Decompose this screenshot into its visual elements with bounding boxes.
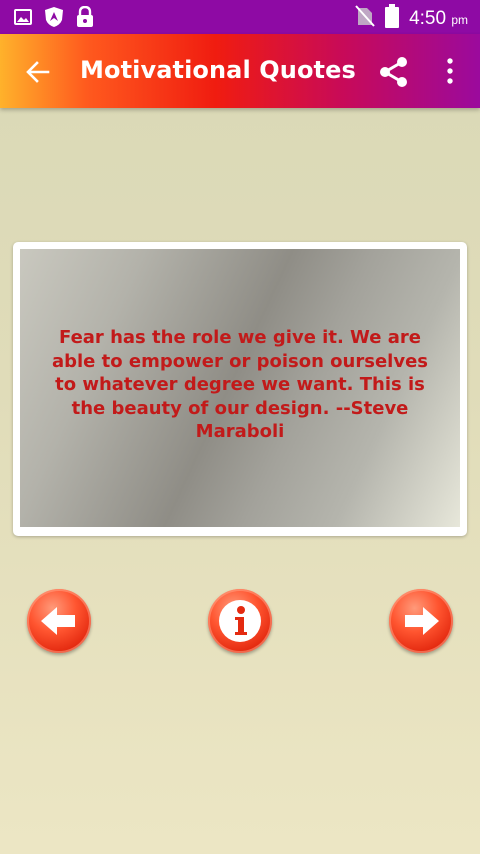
gallery-icon — [14, 8, 32, 31]
quote-text: Fear has the role we give it. We are abl… — [51, 327, 428, 443]
status-bar: 4:50 pm — [0, 0, 480, 34]
previous-quote-button[interactable] — [27, 589, 91, 653]
back-button[interactable] — [20, 54, 56, 90]
shield-icon — [44, 6, 64, 33]
status-time: 4:50 pm — [409, 8, 468, 30]
status-right-icons: 4:50 pm — [355, 4, 468, 33]
next-quote-button[interactable] — [389, 589, 453, 653]
status-left-icons — [14, 5, 94, 33]
more-options-button[interactable] — [438, 54, 462, 90]
time-value: 4:50 — [409, 7, 447, 29]
more-vert-icon — [438, 58, 462, 94]
share-icon — [376, 57, 412, 94]
app-title: Motivational Quotes — [80, 56, 356, 84]
no-sim-icon — [355, 5, 375, 32]
share-button[interactable] — [376, 54, 412, 90]
app-bar: Motivational Quotes — [0, 34, 480, 108]
back-arrow-icon — [20, 61, 56, 94]
quote-panel: Fear has the role we give it. We are abl… — [20, 249, 460, 527]
quote-card: Fear has the role we give it. We are abl… — [13, 242, 467, 536]
battery-icon — [385, 4, 400, 33]
lock-icon — [76, 5, 94, 33]
time-ampm: pm — [451, 12, 468, 27]
info-button[interactable] — [208, 589, 272, 653]
